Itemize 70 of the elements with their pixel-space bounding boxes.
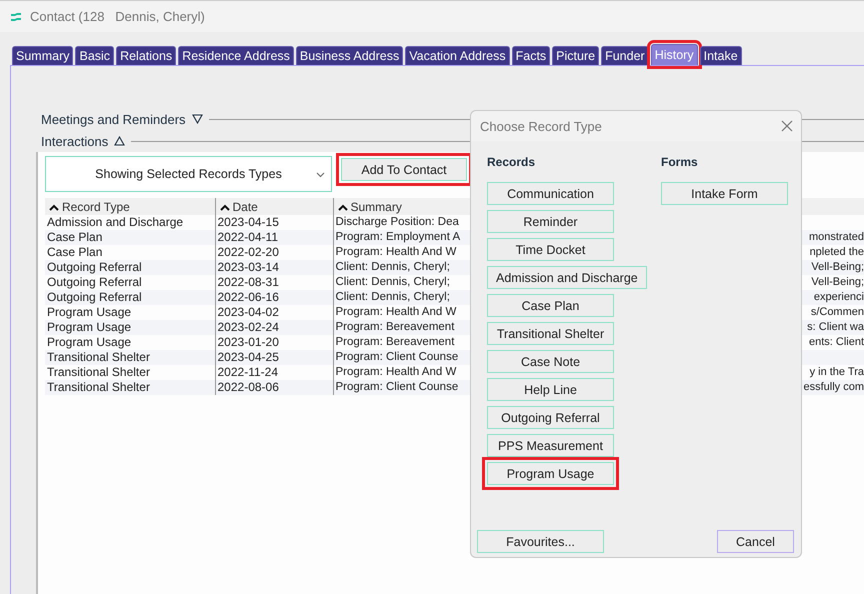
- table-cell: Vell-Being;: [811, 260, 864, 275]
- tab[interactable]: Residence Address: [178, 46, 294, 65]
- table-cell: Case Plan: [45, 230, 215, 245]
- records-heading: Records: [487, 155, 536, 169]
- app-logo-icon: [10, 12, 22, 22]
- table-cell: Program: Health And W: [336, 245, 456, 260]
- table-cell: Program: Employment A: [336, 230, 460, 245]
- tab[interactable]: Intake: [700, 46, 742, 65]
- table-cell: Client: Dennis, Cheryl;: [336, 275, 450, 290]
- collapse-icon[interactable]: [114, 136, 126, 146]
- table-cell: essfully com: [803, 380, 864, 395]
- add-to-contact-button[interactable]: Add To Contact: [341, 158, 467, 181]
- table-cell: Program: Bereavement: [336, 335, 454, 350]
- table-cell: Program: Health And W: [336, 305, 456, 320]
- table-cell: Client: Dennis, Cheryl;: [336, 260, 450, 275]
- tab[interactable]: Relations: [116, 46, 176, 65]
- record-type-button[interactable]: Help Line: [487, 378, 614, 401]
- table-cell: Program: Client Counse: [336, 350, 458, 365]
- expand-icon[interactable]: [192, 114, 203, 124]
- table-cell: 2022-04-11: [215, 230, 333, 245]
- table-cell: npleted the: [810, 245, 864, 260]
- record-type-button[interactable]: PPS Measurement: [487, 434, 614, 457]
- record-type-button[interactable]: Communication: [487, 182, 614, 205]
- column-header[interactable]: Summary: [338, 200, 402, 214]
- table-cell: Outgoing Referral: [45, 290, 215, 305]
- close-icon[interactable]: [781, 120, 793, 132]
- record-type-button[interactable]: Time Docket: [487, 238, 614, 261]
- table-cell: Client: Dennis, Cheryl;: [336, 290, 450, 305]
- table-cell: Program: Client Counse: [336, 380, 458, 395]
- tab[interactable]: Summary: [12, 46, 74, 65]
- cancel-button[interactable]: Cancel: [717, 530, 794, 553]
- section-toggle[interactable]: Interactions: [41, 134, 108, 148]
- tab[interactable]: Vacation Address: [405, 46, 510, 65]
- favourites-button[interactable]: Favourites...: [477, 530, 604, 553]
- table-cell: Discharge Position: Dea: [336, 215, 459, 230]
- form-button[interactable]: Intake Form: [661, 182, 788, 205]
- tab[interactable]: Basic: [75, 46, 114, 65]
- record-type-button[interactable]: Case Plan: [487, 294, 614, 317]
- table-cell: Outgoing Referral: [45, 260, 215, 275]
- table-cell: Program: Health And W: [336, 365, 456, 380]
- dialog-title: Choose Record Type: [480, 118, 602, 134]
- table-cell: monstrated: [808, 230, 864, 245]
- table-cell: Program: Bereavement: [336, 320, 454, 335]
- tab[interactable]: Facts: [512, 46, 550, 65]
- tab[interactable]: Funder: [601, 46, 649, 65]
- table-cell: ents: Client: [808, 335, 864, 350]
- table-cell: Transitional Shelter: [45, 380, 215, 395]
- chevron-down-icon: [316, 172, 325, 178]
- record-filter-dropdown[interactable]: Showing Selected Records Types: [45, 156, 332, 192]
- record-type-button[interactable]: Case Note: [487, 350, 614, 373]
- record-type-button[interactable]: Program Usage: [487, 462, 614, 485]
- table-cell: 2023-03-14: [215, 260, 333, 275]
- table-cell: 2023-04-25: [215, 350, 333, 365]
- table-cell: Transitional Shelter: [45, 350, 215, 365]
- table-cell: Program Usage: [45, 320, 215, 335]
- tab[interactable]: Picture: [552, 46, 600, 65]
- window-title: Contact (128 Dennis, Cheryl): [30, 9, 205, 24]
- table-cell: experienci: [814, 290, 864, 305]
- forms-heading: Forms: [661, 155, 698, 169]
- table-cell: Vell-Being;: [811, 275, 864, 290]
- record-type-button[interactable]: Transitional Shelter: [487, 322, 614, 345]
- record-type-button[interactable]: Outgoing Referral: [487, 406, 614, 429]
- table-cell: 2022-06-16: [215, 290, 333, 305]
- record-type-button[interactable]: Admission and Discharge: [487, 266, 647, 289]
- table-cell: 2023-02-24: [215, 320, 333, 335]
- section-toggle[interactable]: Meetings and Reminders: [41, 112, 186, 126]
- tab[interactable]: Business Address: [296, 46, 404, 65]
- table-cell: 2022-08-06: [215, 380, 333, 395]
- record-type-button[interactable]: Reminder: [487, 210, 614, 233]
- table-cell: s/Commen: [810, 305, 864, 320]
